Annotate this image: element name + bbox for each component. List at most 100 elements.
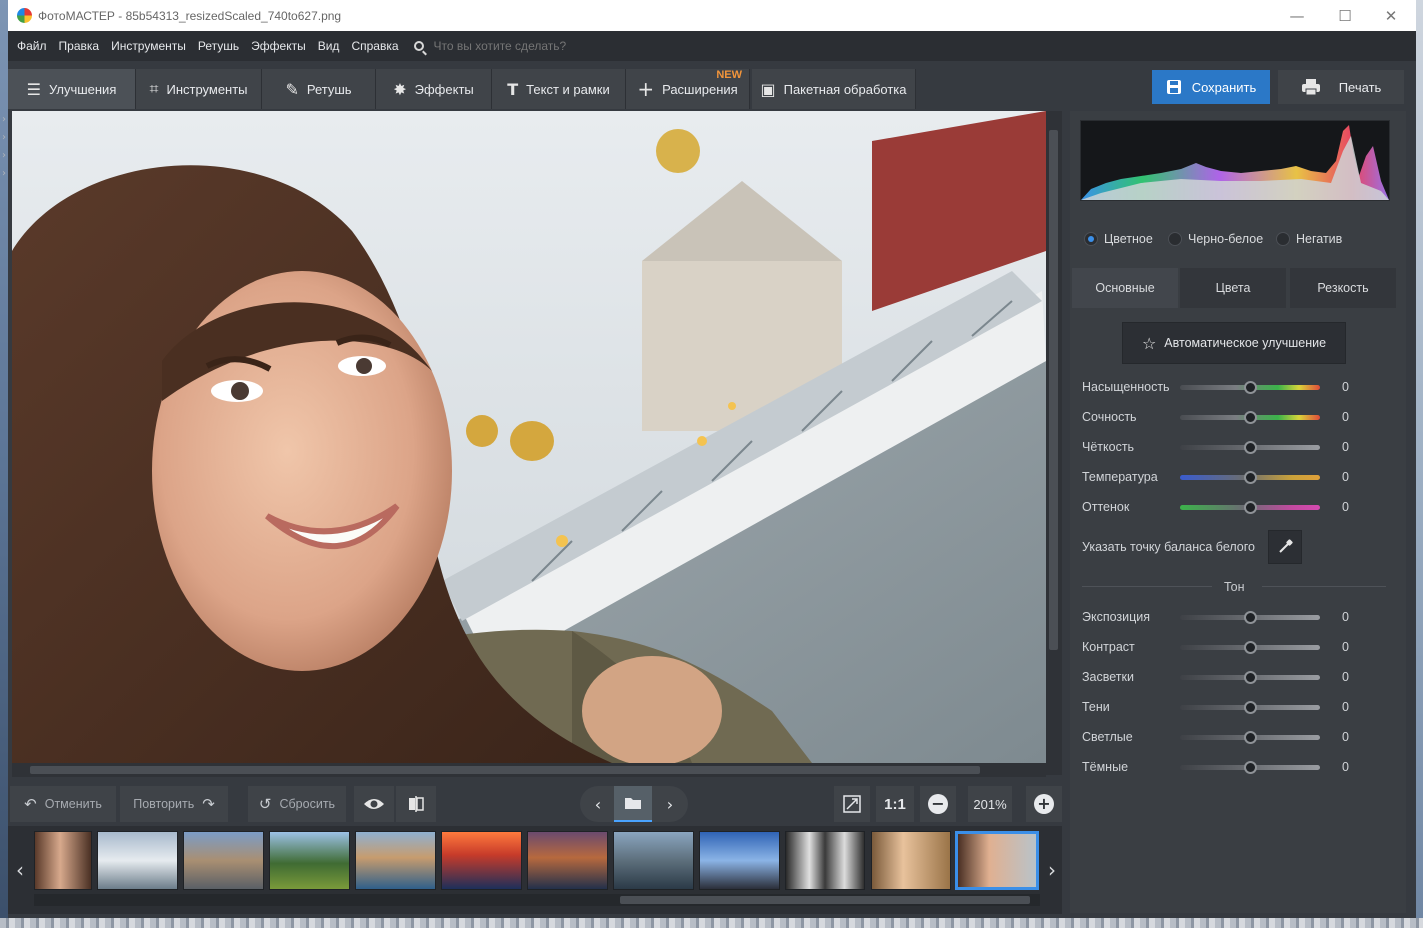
tint-slider-handle[interactable] <box>1243 500 1257 514</box>
vibrance-slider-handle[interactable] <box>1243 410 1257 424</box>
menu-help[interactable]: Справка <box>351 39 398 53</box>
vibrance-label: Сочность <box>1082 410 1137 424</box>
temperature-label: Температура <box>1082 470 1158 484</box>
undo-button[interactable]: ↶ Отменить <box>10 786 116 822</box>
preview-button[interactable] <box>354 786 394 822</box>
edited-photo <box>12 111 1046 763</box>
thumbnail-city-night[interactable] <box>527 831 608 890</box>
menu-tools[interactable]: Инструменты <box>111 39 186 53</box>
menu-edit[interactable]: Правка <box>59 39 100 53</box>
tone-heading: Тон <box>1224 580 1245 594</box>
tab-sharpness[interactable]: Резкость <box>1290 268 1396 308</box>
highlights-slider-handle[interactable] <box>1243 670 1257 684</box>
thumbnail-bw-portrait[interactable] <box>785 831 865 890</box>
maximize-button[interactable]: ☐ <box>1322 0 1368 31</box>
thumbnail-coastal-town[interactable] <box>355 831 436 890</box>
chevron-right-icon[interactable]: › <box>2 114 6 125</box>
batch-icon: ▣ <box>760 79 776 99</box>
redo-button[interactable]: Повторить ↷ <box>120 786 228 822</box>
mode-negative[interactable]: Негатив <box>1276 232 1342 246</box>
eyedropper-button[interactable] <box>1268 530 1302 564</box>
thumbnail-mountain-lake[interactable] <box>97 831 178 890</box>
minimize-button[interactable]: — <box>1274 0 1320 31</box>
thumbnail-harbor-city[interactable] <box>613 831 694 890</box>
menu-view[interactable]: Вид <box>318 39 340 53</box>
auto-enhance-button[interactable]: ☆ Автоматическое улучшение <box>1122 322 1346 364</box>
text-icon: T <box>507 79 519 99</box>
tab-batch-processing[interactable]: ▣ Пакетная обработка <box>752 69 916 109</box>
thumbnail-blonde-portrait[interactable] <box>871 831 951 890</box>
reset-button[interactable]: ↺ Сбросить <box>248 786 346 822</box>
whites-slider-handle[interactable] <box>1243 730 1257 744</box>
filmstrip-scrollbar-thumb[interactable] <box>620 896 1030 904</box>
thumbnail-portrait-brunette[interactable] <box>34 831 92 890</box>
menu-retouch[interactable]: Ретушь <box>198 39 239 53</box>
tab-enhancements[interactable]: ☰ Улучшения <box>8 69 136 109</box>
tab-extensions[interactable]: + Расширения NEW <box>626 69 750 109</box>
tint-value: 0 <box>1342 500 1349 514</box>
close-button[interactable]: ✕ <box>1368 0 1414 31</box>
shadows-slider-handle[interactable] <box>1243 700 1257 714</box>
tab-effects[interactable]: ✸ Эффекты <box>376 69 492 109</box>
photo-canvas[interactable] <box>12 111 1046 763</box>
eye-icon <box>364 799 384 809</box>
clarity-slider-handle[interactable] <box>1243 440 1257 454</box>
tab-text-frames[interactable]: T Текст и рамки <box>492 69 626 109</box>
new-badge: NEW <box>716 69 742 81</box>
filmstrip-prev-button[interactable]: ‹ <box>10 826 30 914</box>
next-image-button[interactable]: › <box>652 786 688 822</box>
zoom-out-button[interactable]: − <box>920 786 956 822</box>
actual-size-button[interactable]: 1:1 <box>876 786 914 822</box>
zoom-in-button[interactable]: + <box>1026 786 1062 822</box>
search-icon <box>413 41 424 51</box>
exposure-value: 0 <box>1342 610 1349 624</box>
compare-icon <box>409 796 424 812</box>
mode-color[interactable]: Цветное <box>1084 232 1153 246</box>
search-input[interactable] <box>433 39 734 53</box>
tab-label: Текст и рамки <box>526 81 610 97</box>
save-label: Сохранить <box>1191 79 1257 95</box>
horizontal-scrollbar-thumb[interactable] <box>30 766 980 774</box>
whites-value: 0 <box>1342 730 1349 744</box>
thumbnail-green-hills[interactable] <box>269 831 350 890</box>
sliders-icon: ☰ <box>26 79 41 99</box>
brush-icon: ✎ <box>285 79 299 99</box>
exposure-label: Экспозиция <box>1082 610 1151 624</box>
open-folder-button[interactable] <box>614 786 652 822</box>
tint-label: Оттенок <box>1082 500 1130 514</box>
eyedropper-icon <box>1279 539 1293 553</box>
compare-button[interactable] <box>396 786 436 822</box>
thumbnail-city-buildings[interactable] <box>183 831 264 890</box>
exposure-slider-handle[interactable] <box>1243 610 1257 624</box>
tab-tools[interactable]: ⌗ Инструменты <box>136 69 262 109</box>
print-label: Печать <box>1338 79 1382 95</box>
temperature-slider-handle[interactable] <box>1243 470 1257 484</box>
menu-file[interactable]: Файл <box>17 39 47 53</box>
saturation-slider-handle[interactable] <box>1243 380 1257 394</box>
chevron-right-icon[interactable]: › <box>2 132 6 143</box>
menu-effects[interactable]: Эффекты <box>251 39 306 53</box>
tab-colors[interactable]: Цвета <box>1180 268 1286 308</box>
fit-to-screen-button[interactable] <box>834 786 870 822</box>
save-button[interactable]: Сохранить <box>1152 70 1270 104</box>
undo-label: Отменить <box>44 797 102 811</box>
print-button[interactable]: Печать <box>1278 70 1404 104</box>
chevron-right-icon[interactable]: › <box>2 168 6 179</box>
thumbnail-selfie-boat[interactable] <box>955 831 1039 890</box>
radio-icon <box>1084 232 1098 246</box>
tab-retouch[interactable]: ✎ Ретушь <box>262 69 376 109</box>
previous-image-button[interactable]: ‹ <box>580 786 616 822</box>
folder-icon <box>625 798 641 809</box>
thumbnail-sunset-sky[interactable] <box>441 831 522 890</box>
blacks-slider-handle[interactable] <box>1243 760 1257 774</box>
thumbnail-panorama-sky[interactable] <box>699 831 780 890</box>
tab-basic[interactable]: Основные <box>1072 268 1178 308</box>
divider <box>1082 586 1212 587</box>
contrast-slider-handle[interactable] <box>1243 640 1257 654</box>
main-toolbar: ☰ Улучшения ⌗ Инструменты ✎ Ретушь ✸ Эфф… <box>8 69 916 109</box>
vertical-scrollbar-thumb[interactable] <box>1049 130 1058 650</box>
mode-black-white[interactable]: Черно-белое <box>1168 232 1263 246</box>
vibrance-value: 0 <box>1342 410 1349 424</box>
filmstrip-next-button[interactable]: › <box>1042 826 1062 914</box>
chevron-right-icon[interactable]: › <box>2 150 6 161</box>
